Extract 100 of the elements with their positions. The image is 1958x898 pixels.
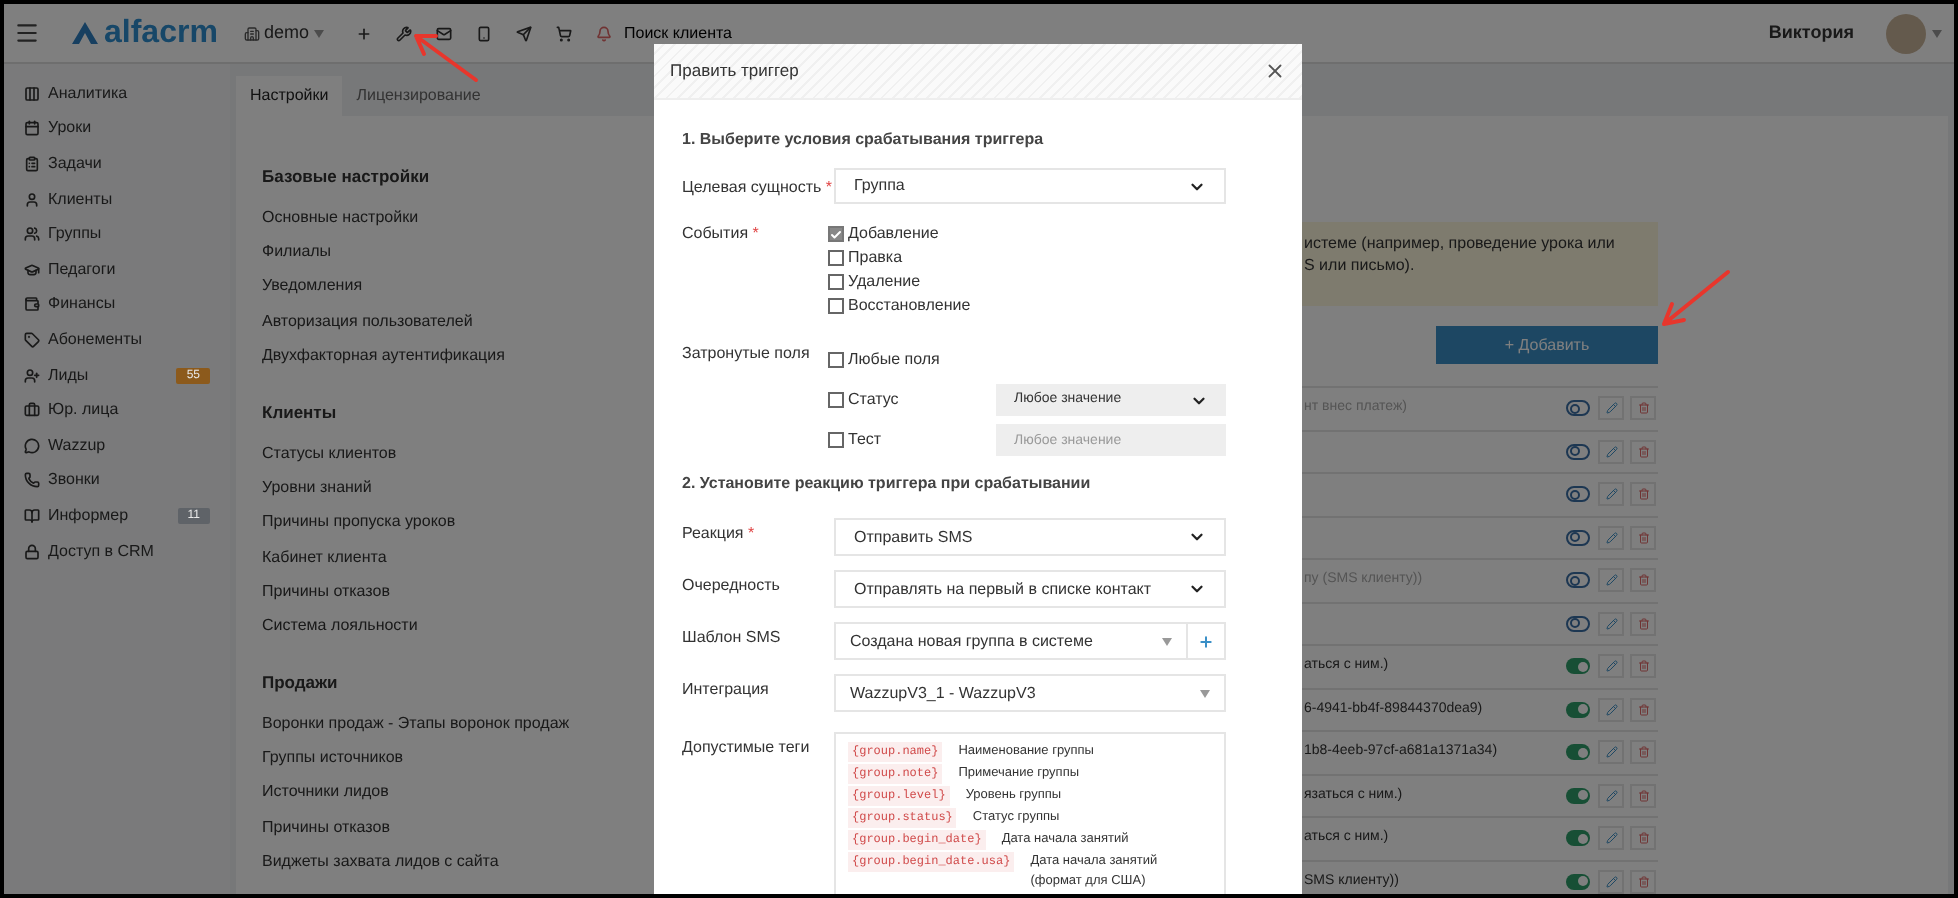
caret-icon [1162, 637, 1172, 645]
delete-button[interactable] [1630, 783, 1656, 808]
checkbox[interactable] [828, 250, 844, 266]
toggle-switch[interactable] [1566, 400, 1590, 417]
edit-button[interactable] [1598, 697, 1624, 722]
checkbox[interactable] [828, 392, 844, 408]
notice-text: S или письмо). [1304, 254, 1417, 276]
sidebar-item[interactable]: Звонки [4, 463, 230, 499]
toggle-switch[interactable] [1566, 572, 1590, 589]
dropdown[interactable]: Создана новая группа в системе [834, 622, 1188, 660]
delete-button[interactable] [1630, 525, 1656, 550]
edit-button[interactable] [1598, 396, 1624, 421]
sidebar-item[interactable]: Финансы [4, 287, 230, 323]
branch-selector[interactable]: demo [264, 19, 310, 47]
tab[interactable]: Настройки [236, 76, 343, 116]
settings-link[interactable]: Двухфакторная аутентификация [262, 337, 505, 372]
toggle-switch[interactable] [1566, 443, 1590, 460]
toggle-switch[interactable] [1566, 615, 1590, 632]
delete-button[interactable] [1630, 740, 1656, 765]
edit-button[interactable] [1598, 654, 1624, 679]
checkbox[interactable] [828, 298, 844, 314]
sidebar-item[interactable]: Уроки [4, 111, 230, 147]
sidebar-item[interactable]: Юр. лица [4, 392, 230, 428]
settings-link[interactable]: Уровни знаний [262, 470, 372, 505]
add-template-button[interactable] [1188, 622, 1226, 660]
delete-button[interactable] [1630, 654, 1656, 679]
wrench-icon[interactable] [396, 25, 412, 41]
toggle-switch[interactable] [1566, 529, 1590, 546]
cart-icon[interactable] [556, 25, 572, 41]
menu-icon[interactable] [14, 20, 40, 46]
dropdown[interactable]: Отправить SMS [834, 518, 1226, 556]
settings-link[interactable]: Группы источников [262, 740, 404, 775]
toggle-switch[interactable] [1566, 873, 1590, 890]
delete-button[interactable] [1630, 697, 1656, 722]
settings-link[interactable]: Кабинет клиента [262, 539, 387, 574]
field-label: Допустимые теги [682, 736, 812, 760]
edit-button[interactable] [1598, 525, 1624, 550]
settings-link[interactable]: Авторизация пользователей [262, 303, 473, 338]
dropdown[interactable]: WazzupV3_1 - WazzupV3 [834, 674, 1226, 712]
trash-icon [1637, 703, 1649, 716]
sidebar-item[interactable]: Задачи [4, 146, 230, 182]
settings-link[interactable]: Виджеты захвата лидов с сайта [262, 843, 499, 878]
edit-button[interactable] [1598, 439, 1624, 464]
delete-button[interactable] [1630, 611, 1656, 636]
add-button[interactable]: + Добавить [1436, 326, 1658, 364]
close-icon[interactable] [1264, 60, 1286, 82]
edit-button[interactable] [1598, 568, 1624, 593]
edit-button[interactable] [1598, 826, 1624, 851]
settings-link[interactable]: Система лояльности [262, 607, 418, 643]
paper-plane-icon[interactable] [516, 25, 532, 41]
sidebar-item[interactable]: Абонементы [4, 322, 230, 358]
settings-link[interactable]: Причины отказов [262, 573, 390, 608]
toggle-switch[interactable] [1566, 830, 1590, 847]
delete-button[interactable] [1630, 439, 1656, 464]
sidebar-item[interactable]: Аналитика [4, 76, 230, 112]
sidebar-item[interactable]: Доступ в CRM [4, 533, 230, 569]
edit-button[interactable] [1598, 783, 1624, 808]
delete-button[interactable] [1630, 568, 1656, 593]
edit-button[interactable] [1598, 482, 1624, 507]
settings-link[interactable]: Филиалы [262, 234, 332, 269]
settings-link[interactable]: Основные настройки [262, 200, 419, 235]
toggle-switch[interactable] [1566, 658, 1590, 675]
settings-link[interactable]: Причины отказов [262, 809, 390, 844]
checkbox[interactable] [828, 274, 844, 290]
phone-icon[interactable] [476, 25, 492, 41]
delete-button[interactable] [1630, 482, 1656, 507]
edit-button[interactable] [1598, 869, 1624, 894]
delete-button[interactable] [1630, 869, 1656, 894]
toggle-switch[interactable] [1566, 744, 1590, 761]
search-field[interactable]: Поиск клиента [624, 21, 1024, 45]
plus-icon[interactable] [356, 25, 372, 41]
sidebar-item[interactable]: Wazzup [4, 427, 230, 464]
dropdown[interactable]: Отправлять на первый в списке контакт [834, 570, 1226, 608]
sidebar-item[interactable]: Клиенты [4, 181, 230, 217]
toggle-switch[interactable] [1566, 486, 1590, 503]
checkbox[interactable] [828, 352, 844, 368]
settings-link[interactable]: Причины пропуска уроков [262, 504, 456, 539]
trash-icon [1637, 402, 1649, 415]
mail-icon[interactable] [436, 25, 452, 41]
edit-button[interactable] [1598, 740, 1624, 765]
toggle-switch[interactable] [1566, 701, 1590, 718]
avatar[interactable] [1886, 13, 1926, 53]
checkbox[interactable] [828, 432, 844, 448]
checkbox-label: Статус [848, 388, 899, 412]
edit-button[interactable] [1598, 611, 1624, 636]
tab[interactable]: Лицензирование [342, 76, 495, 116]
delete-button[interactable] [1630, 826, 1656, 851]
delete-button[interactable] [1630, 396, 1656, 421]
sidebar-item[interactable]: Группы [4, 216, 230, 252]
pencil-icon [1605, 574, 1617, 587]
bell-icon[interactable] [596, 25, 612, 41]
settings-link[interactable]: Воронки продаж - Этапы воронок продаж [262, 706, 570, 741]
sidebar-item[interactable]: Педагоги [4, 251, 230, 288]
settings-link[interactable]: Уведомления [262, 268, 363, 304]
entity-select[interactable]: Группа [834, 168, 1226, 204]
settings-link[interactable]: Статусы клиентов [262, 435, 397, 471]
user-name[interactable]: Виктория [1768, 19, 1854, 47]
settings-link[interactable]: Источники лидов [262, 774, 389, 810]
toggle-switch[interactable] [1566, 787, 1590, 804]
checkbox[interactable] [828, 226, 844, 242]
